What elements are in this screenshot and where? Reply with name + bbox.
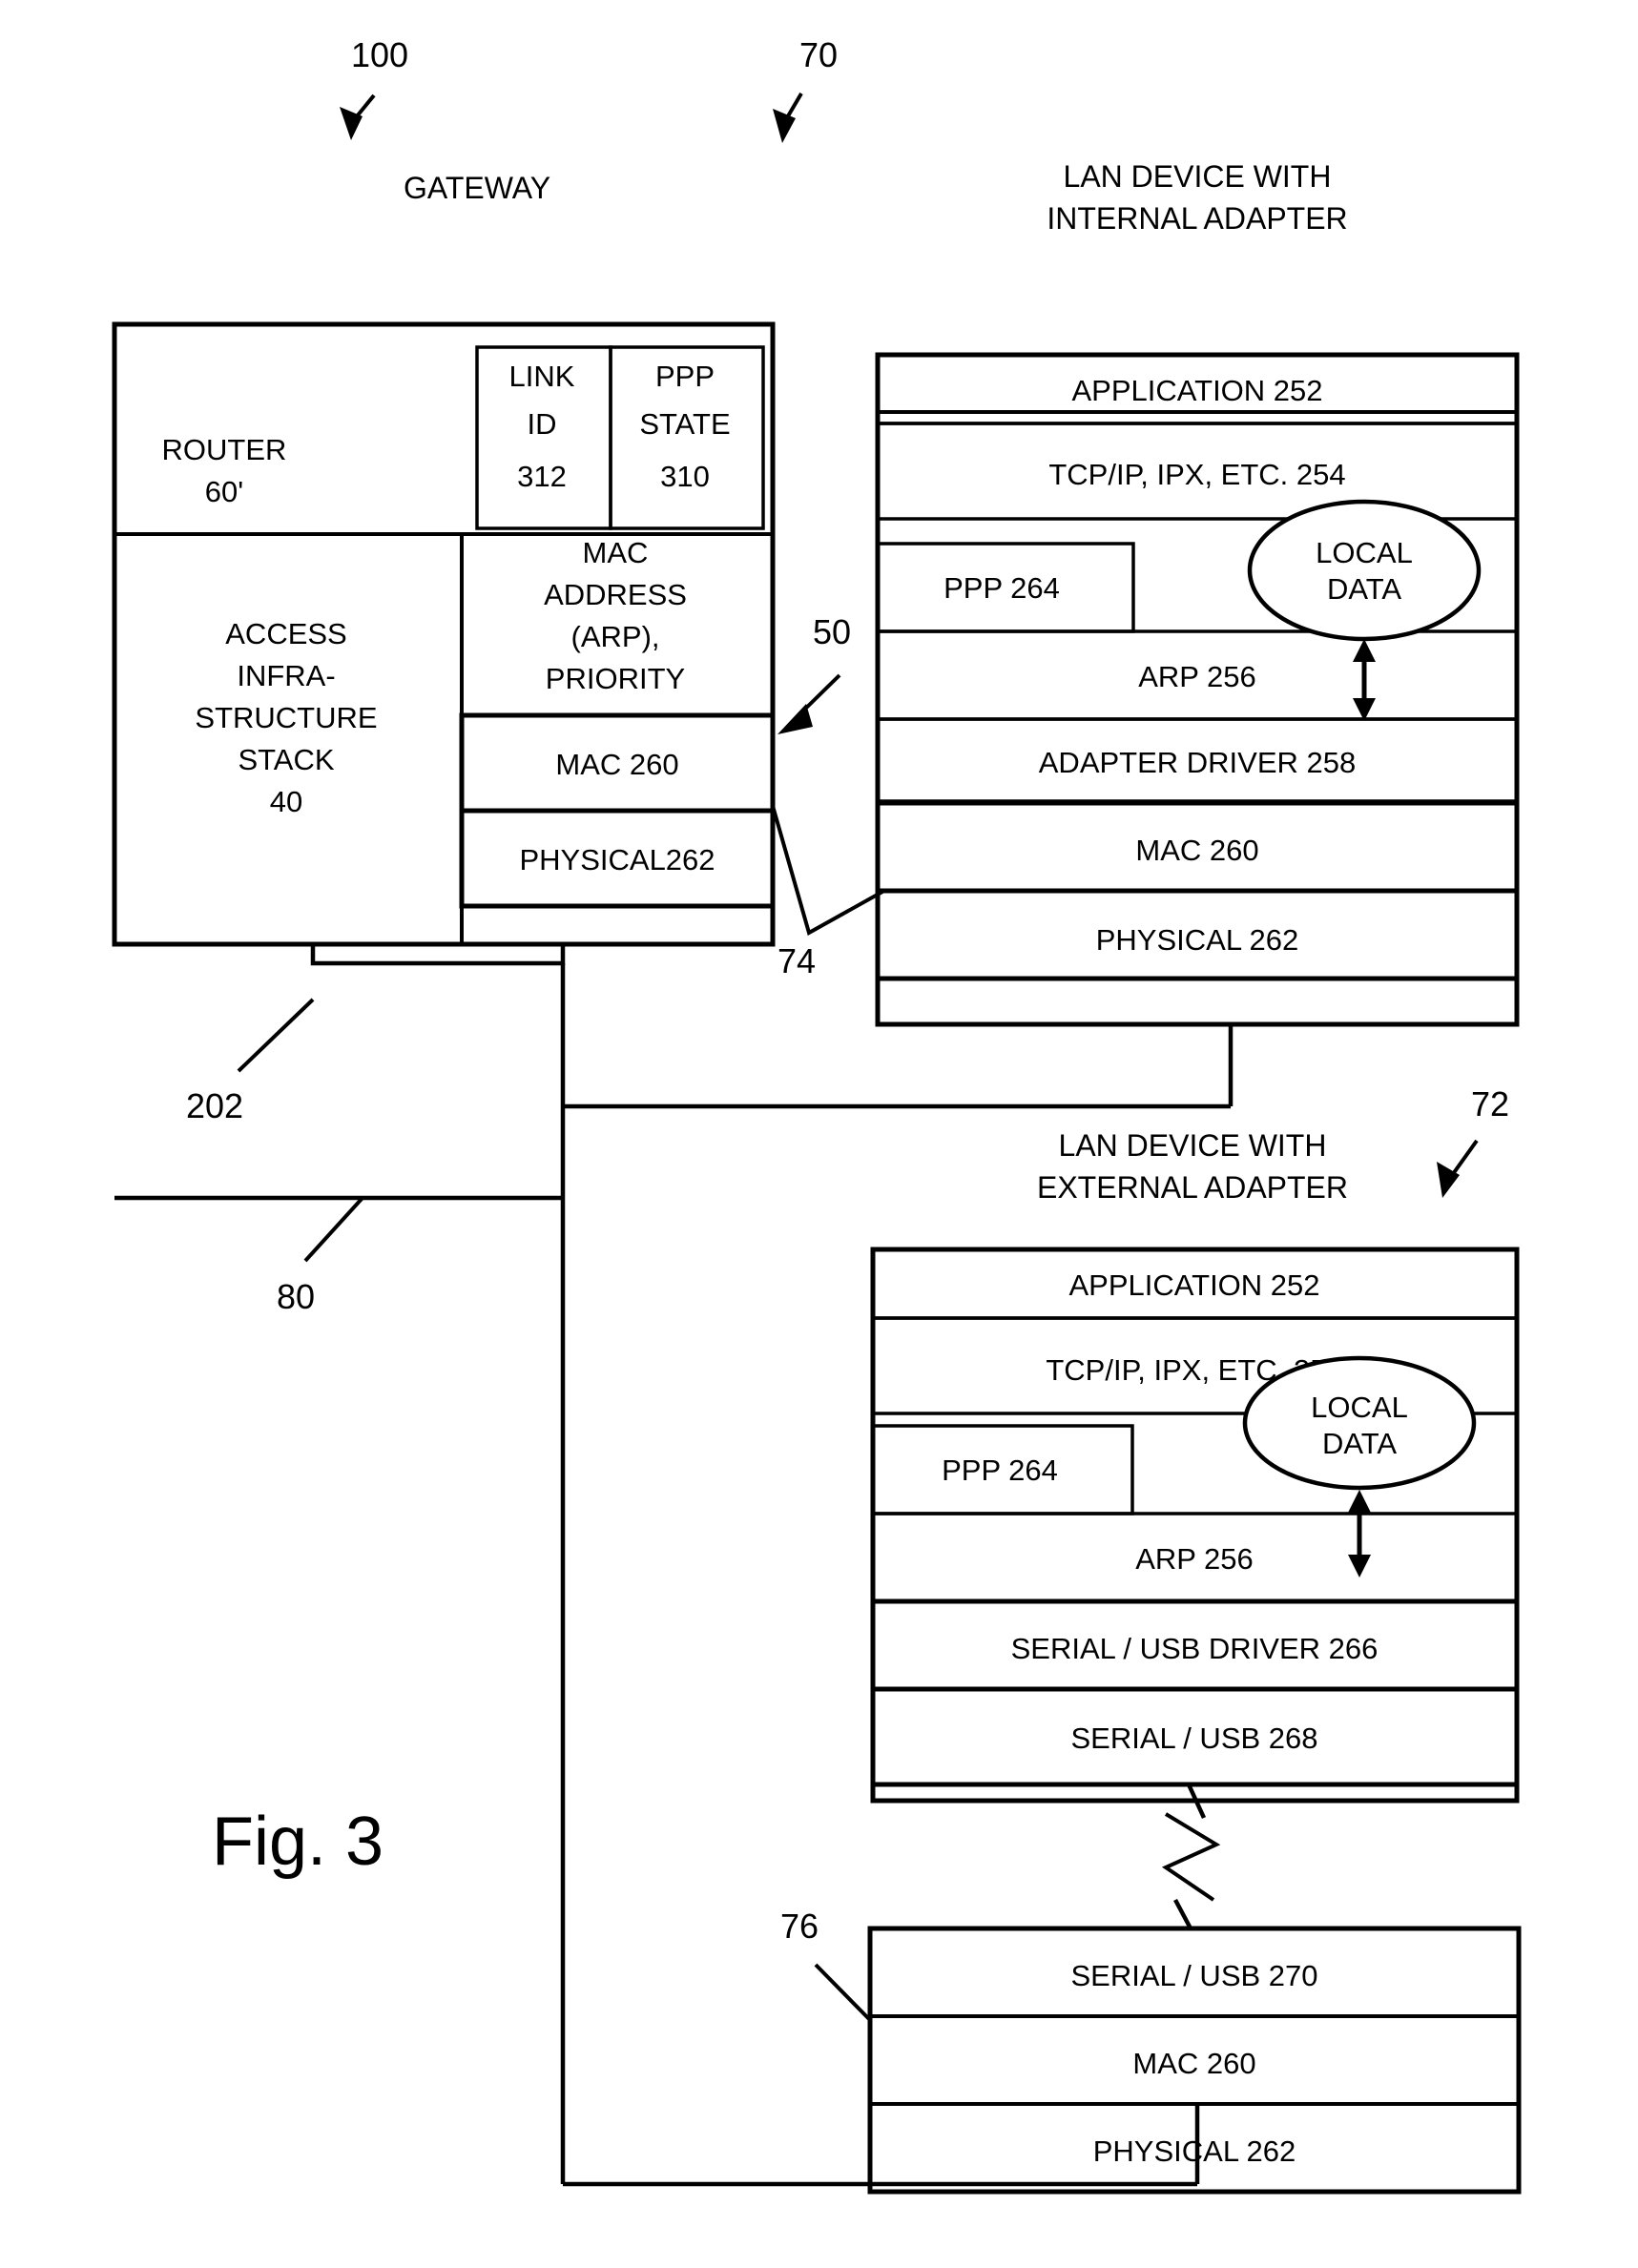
ref-202-leader (237, 998, 315, 1073)
external-local-data-arrow-down (1348, 1555, 1371, 1577)
external-device-box (870, 1247, 1520, 1804)
gateway-access-stack-cell: ACCESS INFRA- STRUCTURE STACK 40 (195, 617, 377, 818)
lan-bus-80-group: 80 (114, 1195, 563, 1316)
ref-50-group: 50 (778, 612, 851, 734)
mac-address-line1: MAC (583, 536, 649, 569)
external-local-data-arrow-up (1348, 1490, 1371, 1513)
internal-layer-arp: ARP 256 (1138, 660, 1256, 693)
router-label-line2: 60' (205, 475, 243, 508)
router-label-line1: ROUTER (162, 433, 287, 466)
ref-74-leader (771, 805, 883, 936)
external-device-title-line2: EXTERNAL ADAPTER (1037, 1170, 1348, 1205)
external-local-data-line1: LOCAL (1311, 1391, 1408, 1424)
ref-80-leader (303, 1196, 364, 1263)
internal-layer-mac: MAC 260 (1135, 834, 1258, 867)
external-local-data-line2: DATA (1322, 1427, 1397, 1460)
gateway-link-state-group: LINK ID 312 PPP STATE 310 (475, 345, 765, 530)
link-id-line1: LINK (509, 360, 575, 393)
gateway-mac-label: MAC 260 (555, 748, 678, 781)
cable-break-zigzag (1161, 1812, 1221, 1902)
access-stack-line4: STACK (238, 743, 334, 776)
internal-layer-application: APPLICATION 252 (1071, 374, 1322, 407)
external-device-title-line1: LAN DEVICE WITH (1059, 1128, 1327, 1163)
access-stack-line1: ACCESS (225, 617, 346, 650)
ref-50-label: 50 (813, 612, 851, 651)
patent-figure-3: 100 70 GATEWAY ROUTER 60' LINK ID 312 PP… (0, 0, 1638, 2268)
internal-local-data-arrow-up (1353, 639, 1376, 662)
external-adapter-layer-physical: PHYSICAL 262 (1093, 2134, 1296, 2168)
mac-address-line3: (ARP), (571, 620, 660, 653)
external-layer-serial-usb-driver: SERIAL / USB DRIVER 266 (1011, 1632, 1379, 1665)
internal-device-title-line2: INTERNAL ADAPTER (1047, 201, 1347, 236)
internal-device-title-line1: LAN DEVICE WITH (1064, 159, 1332, 194)
ref-100-group: 100 (340, 35, 408, 140)
ref-76-label: 76 (780, 1907, 819, 1946)
internal-layer-adapterdriver: ADAPTER DRIVER 258 (1039, 746, 1357, 779)
ppp-state-line3: 310 (660, 460, 710, 493)
mac-address-line2: ADDRESS (544, 578, 687, 611)
ref-70-arrowhead (773, 109, 796, 143)
link-id-line2: ID (528, 407, 557, 441)
ref-202-label: 202 (186, 1086, 243, 1125)
ref-76-group: 76 (780, 1907, 872, 2022)
ref-70-group: 70 (773, 35, 838, 143)
internal-local-data-group: LOCAL DATA (1247, 499, 1482, 721)
ref-72-label: 72 (1471, 1084, 1509, 1124)
cable-break-symbol (1161, 1783, 1221, 1930)
internal-local-data-line2: DATA (1327, 572, 1401, 606)
access-stack-line3: STRUCTURE (195, 701, 377, 734)
external-layer-application: APPLICATION 252 (1068, 1268, 1319, 1302)
ppp-state-line1: PPP (655, 360, 715, 393)
lan-device-external-title: LAN DEVICE WITH EXTERNAL ADAPTER (1037, 1128, 1348, 1205)
external-layer-arp: ARP 256 (1135, 1542, 1254, 1576)
internal-local-data-line1: LOCAL (1316, 536, 1413, 569)
external-layer-serial-usb: SERIAL / USB 268 (1070, 1722, 1317, 1755)
mac-address-line4: PRIORITY (546, 662, 685, 695)
gateway-mac-address-cell: MAC ADDRESS (ARP), PRIORITY (544, 536, 687, 695)
figure-label: Fig. 3 (212, 1804, 384, 1880)
ppp-state-line2: STATE (639, 407, 730, 441)
ref-74-group: 74 (771, 805, 883, 980)
link-id-line3: 312 (517, 460, 567, 493)
internal-local-data-ellipse (1247, 499, 1482, 642)
ref-80-label: 80 (277, 1277, 315, 1316)
ref-72-group: 72 (1437, 1084, 1509, 1198)
internal-layer-physical: PHYSICAL 262 (1096, 923, 1299, 957)
ref-74-label: 74 (778, 941, 816, 980)
external-local-data-group: LOCAL DATA (1242, 1355, 1477, 1577)
external-adapter-layer-serial-usb: SERIAL / USB 270 (1070, 1959, 1317, 1992)
access-stack-line5: 40 (270, 785, 302, 818)
gateway-bus-202-group: 202 (186, 944, 566, 1125)
internal-ppp-label: PPP 264 (943, 571, 1060, 605)
gateway-title: GATEWAY (404, 171, 550, 205)
internal-layer-tcpip: TCP/IP, IPX, ETC. 254 (1048, 458, 1345, 491)
lan-device-internal-title: LAN DEVICE WITH INTERNAL ADAPTER (1047, 159, 1347, 236)
gateway-bus-connector (310, 944, 566, 966)
access-stack-line2: INFRA- (237, 659, 335, 692)
external-adapter-layer-mac: MAC 260 (1132, 2047, 1255, 2080)
ref-100-label: 100 (351, 35, 408, 74)
ref-76-leader (814, 1963, 872, 2022)
external-ppp-label: PPP 264 (942, 1454, 1058, 1487)
gateway-physical-label: PHYSICAL262 (519, 843, 715, 876)
cable-break-bottom-lead (1173, 1898, 1192, 1930)
gateway-router-cell: ROUTER 60' (162, 433, 287, 508)
ref-70-label: 70 (799, 35, 838, 74)
